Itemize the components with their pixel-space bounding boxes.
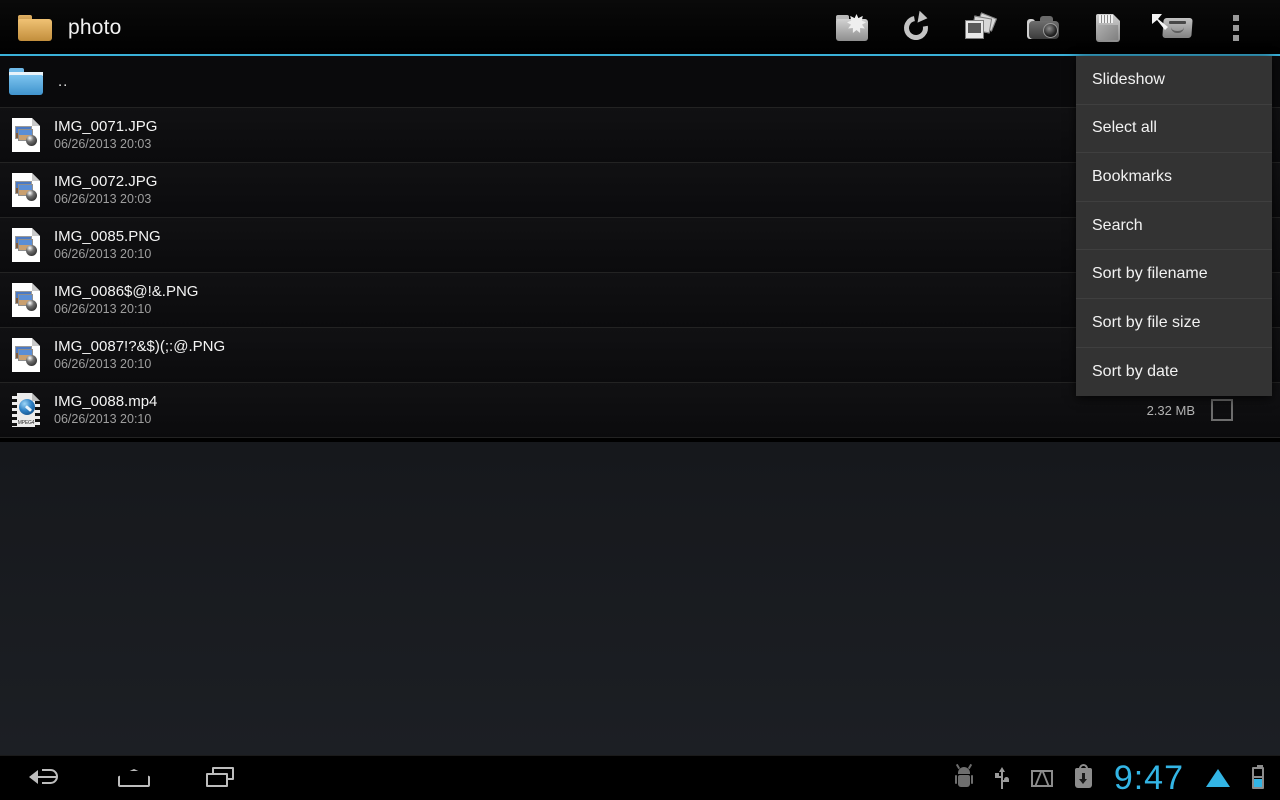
status-clock[interactable]: 9:47 xyxy=(1114,761,1184,795)
menu-item-sort-by-filename[interactable]: Sort by filename xyxy=(1076,250,1272,299)
file-date: 06/26/2013 20:03 xyxy=(54,137,152,151)
back-icon[interactable] xyxy=(28,763,64,793)
camera-icon xyxy=(1027,15,1061,41)
image-file-icon xyxy=(12,338,40,372)
refresh-icon xyxy=(899,10,933,45)
sd-card-icon xyxy=(1096,14,1120,42)
row-icon xyxy=(4,228,48,262)
row-icon xyxy=(4,283,48,317)
row-icon xyxy=(4,68,48,95)
home-icon[interactable] xyxy=(116,763,152,793)
row-icon xyxy=(4,338,48,372)
play-store-download-icon xyxy=(1074,764,1092,788)
sdcard-button[interactable] xyxy=(1076,0,1140,56)
row-checkbox[interactable] xyxy=(1211,399,1233,421)
row-text: IMG_0072.JPG 06/26/2013 20:03 xyxy=(54,172,157,208)
internal-storage-button[interactable] xyxy=(1140,0,1204,56)
nav-buttons xyxy=(0,763,240,793)
folder-icon xyxy=(18,15,52,41)
battery-icon xyxy=(1252,765,1264,789)
row-text: IMG_0071.JPG 06/26/2013 20:03 xyxy=(54,117,157,153)
page-title: photo xyxy=(68,16,122,39)
new-folder-icon xyxy=(836,14,868,41)
row-text: IMG_0085.PNG 06/26/2013 20:10 xyxy=(54,227,161,263)
file-name: IMG_0088.mp4 xyxy=(54,393,158,410)
camera-button[interactable] xyxy=(1012,0,1076,56)
file-name: IMG_0071.JPG xyxy=(54,118,158,135)
row-text: IMG_0087!?&$)(;:@.PNG 06/26/2013 20:10 xyxy=(54,337,225,373)
gallery-button[interactable] xyxy=(948,0,1012,56)
row-icon: MPEG4 xyxy=(4,393,48,427)
image-file-icon xyxy=(12,228,40,262)
file-date: 06/26/2013 20:10 xyxy=(54,412,152,426)
image-file-icon xyxy=(12,283,40,317)
empty-workspace xyxy=(0,442,1280,755)
menu-item-slideshow[interactable]: Slideshow xyxy=(1076,56,1272,105)
mpeg4-file-icon: MPEG4 xyxy=(12,393,40,427)
file-date: 06/26/2013 20:10 xyxy=(54,302,152,316)
overflow-dropdown-menu: Slideshow Select all Bookmarks Search So… xyxy=(1076,56,1272,397)
row-text: IMG_0088.mp4 06/26/2013 20:10 xyxy=(54,392,157,428)
file-name: IMG_0086$@!&.PNG xyxy=(54,283,199,300)
overflow-menu-button[interactable] xyxy=(1204,0,1268,56)
row-text: IMG_0086$@!&.PNG 06/26/2013 20:10 xyxy=(54,282,198,318)
system-navigation-bar: 9:47 xyxy=(0,755,1280,800)
blue-folder-icon xyxy=(9,68,43,95)
file-name: IMG_0087!?&$)(;:@.PNG xyxy=(54,338,226,355)
title-bar: photo xyxy=(0,0,1280,56)
file-date: 06/26/2013 20:03 xyxy=(54,192,152,206)
menu-item-select-all[interactable]: Select all xyxy=(1076,105,1272,154)
refresh-button[interactable] xyxy=(884,0,948,56)
status-icons: 9:47 xyxy=(954,761,1280,795)
wifi-icon xyxy=(1206,769,1230,787)
android-debug-icon xyxy=(954,763,973,789)
image-file-icon xyxy=(12,118,40,152)
image-file-icon xyxy=(12,173,40,207)
menu-item-sort-by-date[interactable]: Sort by date xyxy=(1076,348,1272,397)
toolbar xyxy=(820,0,1280,56)
photos-stack-icon xyxy=(964,12,998,42)
file-date: 06/26/2013 20:10 xyxy=(54,357,152,371)
recents-icon[interactable] xyxy=(204,763,240,793)
file-date: 06/26/2013 20:10 xyxy=(54,247,152,261)
title-bar-left: photo xyxy=(0,15,122,41)
menu-item-sort-by-file-size[interactable]: Sort by file size xyxy=(1076,299,1272,348)
row-icon xyxy=(4,173,48,207)
menu-item-bookmarks[interactable]: Bookmarks xyxy=(1076,153,1272,202)
menu-item-search[interactable]: Search xyxy=(1076,202,1272,251)
parent-directory-label: .. xyxy=(58,73,69,90)
usb-icon xyxy=(994,767,1009,789)
file-name: IMG_0072.JPG xyxy=(54,173,158,190)
hard-drive-download-icon xyxy=(1152,14,1193,42)
file-size: 2.32 MB xyxy=(1146,402,1195,418)
file-name: IMG_0085.PNG xyxy=(54,228,161,245)
row-icon xyxy=(4,118,48,152)
overflow-dots-icon xyxy=(1233,15,1239,41)
new-folder-button[interactable] xyxy=(820,0,884,56)
gmail-icon xyxy=(1030,769,1053,787)
